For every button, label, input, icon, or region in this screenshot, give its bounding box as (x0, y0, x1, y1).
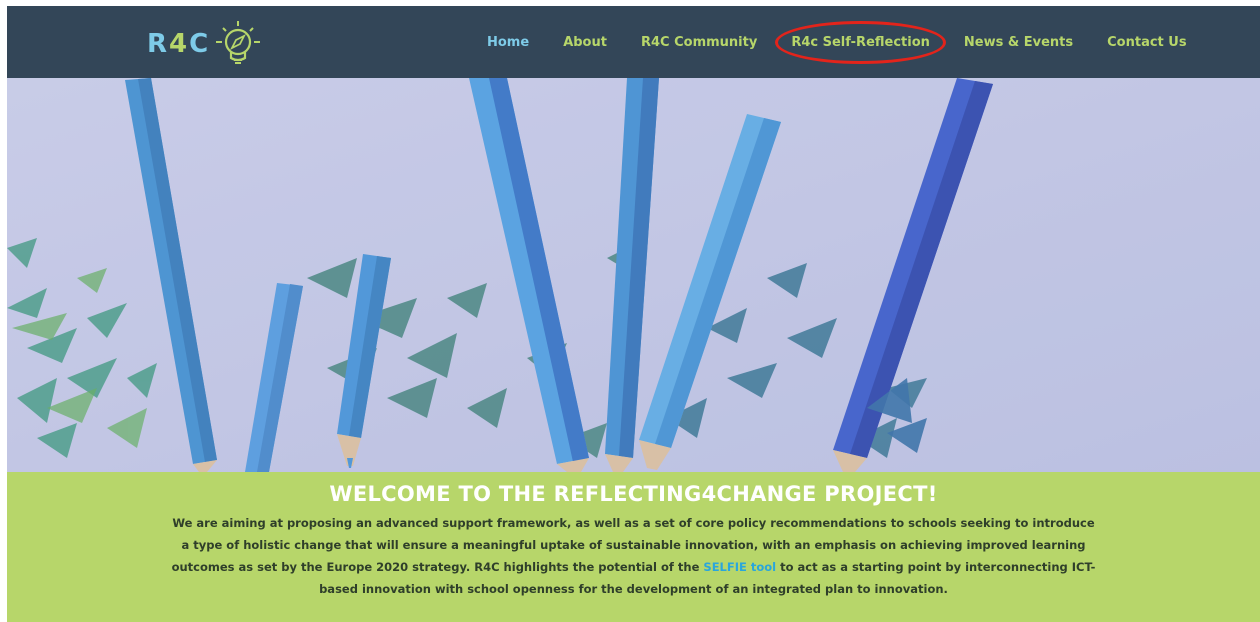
hero-overlay (7, 78, 1260, 472)
nav-contact-us[interactable]: Contact Us (1107, 35, 1186, 50)
welcome-title: WELCOME TO THE REFLECTING4CHANGE PROJECT… (329, 482, 938, 506)
page: R4C Home About R4C Community R4c Self-Re… (7, 6, 1260, 622)
nav-r4c-community[interactable]: R4C Community (641, 35, 757, 50)
site-logo[interactable]: R4C (147, 21, 262, 66)
logo-text: R4C (147, 29, 211, 59)
main-nav: Home About R4C Community R4c Self-Reflec… (487, 6, 1221, 78)
selfie-tool-link[interactable]: SELFIE tool (703, 560, 776, 574)
welcome-section: WELCOME TO THE REFLECTING4CHANGE PROJECT… (7, 472, 1260, 622)
nav-r4c-self-reflection[interactable]: R4c Self-Reflection (775, 20, 946, 64)
nav-news-events[interactable]: News & Events (964, 35, 1073, 50)
hero-image (7, 78, 1260, 472)
nav-home[interactable]: Home (487, 35, 529, 50)
nav-about[interactable]: About (563, 35, 607, 50)
navbar: R4C Home About R4C Community R4c Self-Re… (7, 6, 1260, 78)
lightbulb-compass-icon (216, 21, 261, 64)
welcome-description: We are aiming at proposing an advanced s… (169, 512, 1099, 600)
